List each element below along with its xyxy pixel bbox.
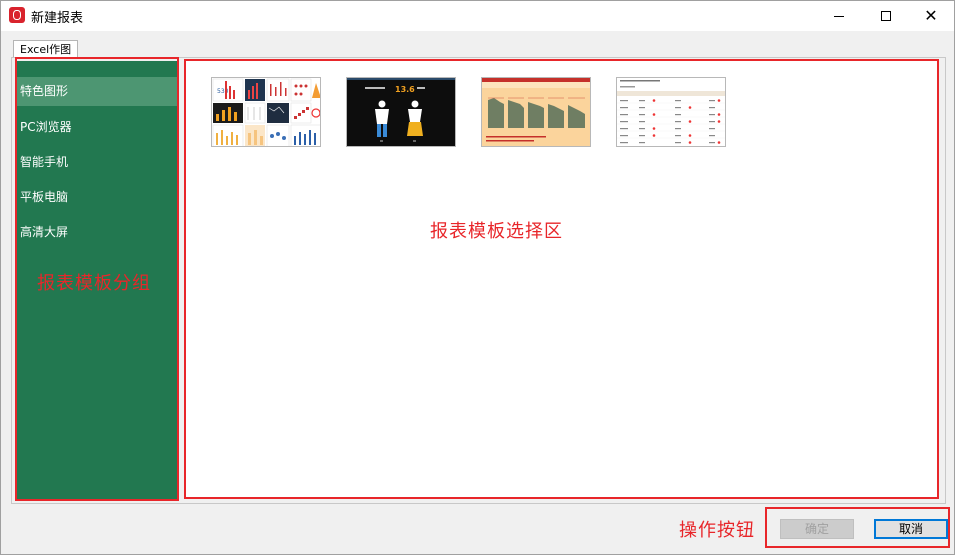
template-thumb-population[interactable]: 13.6 [346, 77, 456, 147]
close-button[interactable]: ✕ [908, 1, 954, 31]
template-selection-area: 530 13.6 报表模板选择区 [186, 61, 937, 497]
template-thumb-orange-charts[interactable] [481, 77, 591, 147]
tab-excel-chart[interactable]: Excel作图 [13, 40, 79, 58]
sidebar-item-featured-charts[interactable]: 特色图形 [17, 77, 177, 106]
app-logo-icon [9, 7, 25, 23]
template-group-sidebar: 特色图形 PC浏览器 智能手机 平板电脑 高清大屏 报表模板分组 [17, 61, 177, 499]
sidebar-item-pc-browser[interactable]: PC浏览器 [17, 113, 177, 142]
minimize-button[interactable] [816, 1, 862, 31]
title-bar: 新建报表 ✕ [1, 1, 954, 31]
sidebar-item-tablet[interactable]: 平板电脑 [17, 183, 177, 212]
population-value: 13.6 [395, 85, 415, 94]
template-area-annotation-label: 报表模板选择区 [430, 221, 563, 242]
sidebar-item-smartphone[interactable]: 智能手机 [17, 148, 177, 177]
maximize-icon [881, 11, 891, 21]
ok-button[interactable]: 确定 [780, 519, 854, 539]
sidebar-item-hd-screen[interactable]: 高清大屏 [17, 218, 177, 247]
close-icon: ✕ [924, 6, 938, 25]
buttons-annotation-label: 操作按钮 [679, 520, 755, 541]
cancel-button[interactable]: 取消 [874, 519, 948, 539]
window-title: 新建报表 [31, 11, 84, 26]
new-report-dialog: 新建报表 ✕ Excel作图 特色图形 PC浏览器 智能手机 平板电脑 高清大屏… [0, 0, 955, 555]
minimize-icon [834, 15, 844, 17]
template-thumb-dashboard[interactable]: 530 [211, 77, 321, 147]
maximize-button[interactable] [863, 1, 909, 31]
template-thumb-table[interactable] [616, 77, 726, 147]
sidebar-annotation-label: 报表模板分组 [37, 273, 151, 294]
